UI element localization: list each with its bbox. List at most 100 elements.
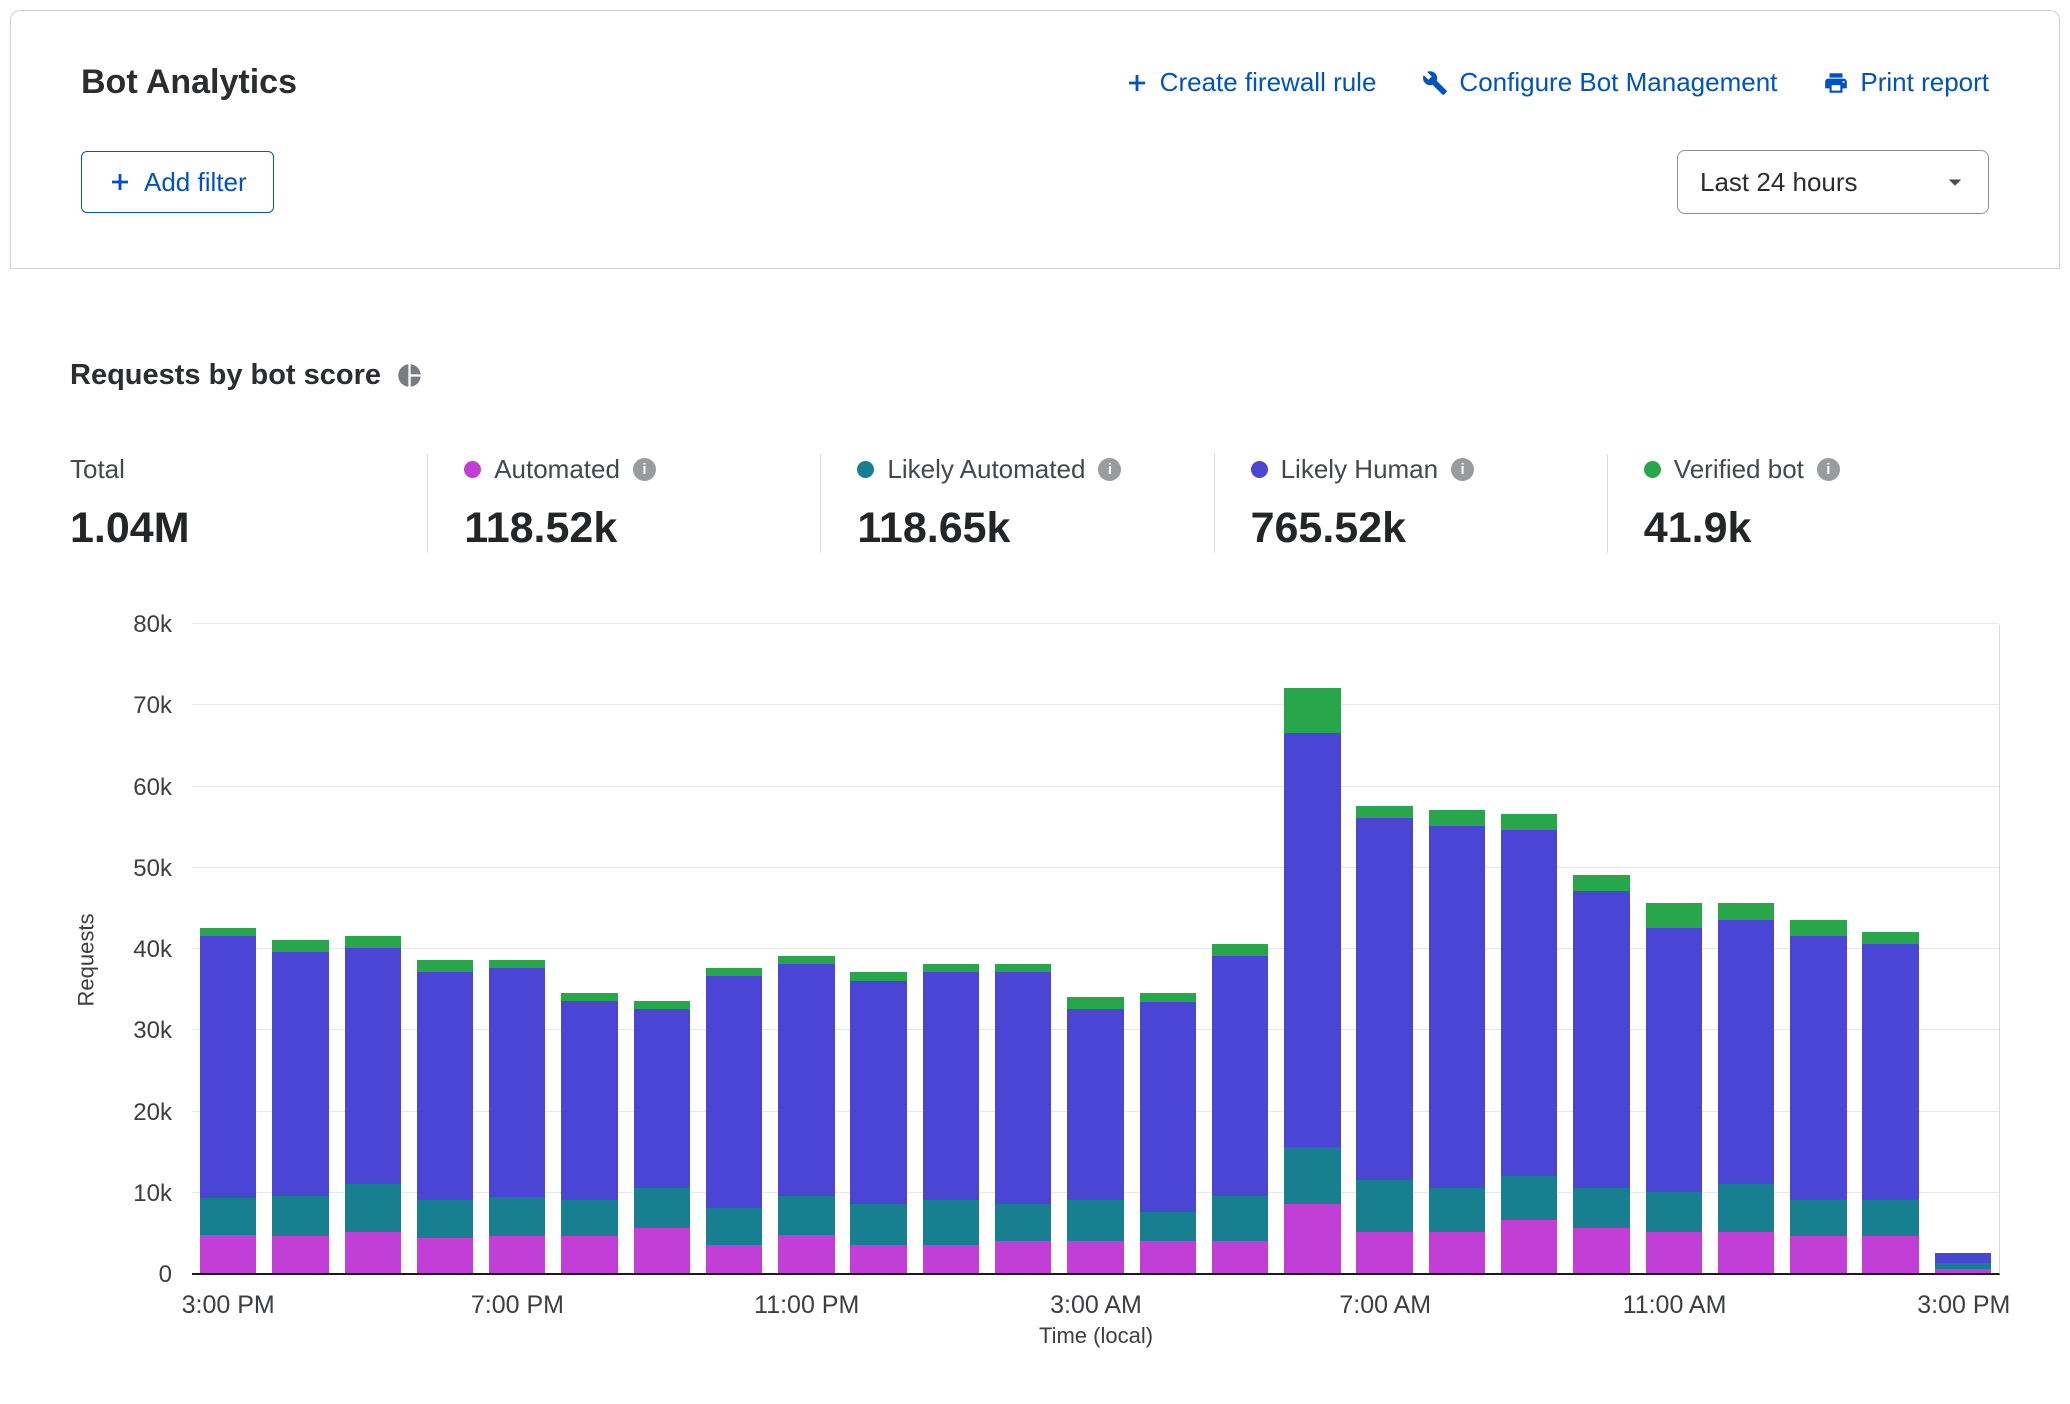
print-report-link[interactable]: Print report [1823, 67, 1989, 98]
segment-likely-automated[interactable] [1429, 1188, 1485, 1233]
segment-automated[interactable] [634, 1228, 690, 1273]
segment-automated[interactable] [1212, 1241, 1268, 1274]
chart-bar[interactable] [272, 940, 328, 1273]
segment-likely-human[interactable] [1140, 1002, 1196, 1212]
segment-likely-human[interactable] [417, 972, 473, 1200]
segment-automated[interactable] [1429, 1232, 1485, 1273]
segment-likely-human[interactable] [345, 948, 401, 1184]
segment-verified-bot[interactable] [489, 960, 545, 968]
segment-likely-human[interactable] [561, 1001, 617, 1200]
chart-bar[interactable] [1429, 810, 1485, 1273]
segment-verified-bot[interactable] [1718, 903, 1774, 919]
segment-likely-automated[interactable] [1140, 1212, 1196, 1240]
segment-verified-bot[interactable] [1356, 806, 1412, 818]
chart-bar[interactable] [1140, 993, 1196, 1273]
add-filter-button[interactable]: Add filter [81, 151, 274, 213]
time-range-select[interactable]: Last 24 hours [1677, 150, 1989, 214]
segment-verified-bot[interactable] [417, 960, 473, 972]
segment-automated[interactable] [489, 1236, 545, 1273]
segment-automated[interactable] [1862, 1236, 1918, 1273]
segment-likely-human[interactable] [1501, 830, 1557, 1175]
segment-verified-bot[interactable] [634, 1001, 690, 1009]
segment-automated[interactable] [1646, 1232, 1702, 1273]
segment-verified-bot[interactable] [1862, 932, 1918, 944]
segment-likely-human[interactable] [1429, 826, 1485, 1188]
info-icon[interactable]: i [1451, 458, 1474, 481]
segment-likely-human[interactable] [706, 976, 762, 1208]
segment-likely-automated[interactable] [1646, 1192, 1702, 1233]
segment-likely-automated[interactable] [1790, 1200, 1846, 1237]
segment-likely-automated[interactable] [561, 1200, 617, 1237]
segment-verified-bot[interactable] [272, 940, 328, 952]
chart-bar[interactable] [1573, 875, 1629, 1273]
info-icon[interactable]: i [1817, 458, 1840, 481]
segment-automated[interactable] [345, 1232, 401, 1273]
segment-likely-human[interactable] [1862, 944, 1918, 1200]
segment-verified-bot[interactable] [1501, 814, 1557, 830]
chart-bar[interactable] [1356, 806, 1412, 1273]
segment-verified-bot[interactable] [200, 928, 256, 936]
segment-likely-human[interactable] [1067, 1009, 1123, 1200]
segment-automated[interactable] [417, 1238, 473, 1273]
segment-likely-automated[interactable] [272, 1196, 328, 1237]
chart-bar[interactable] [995, 964, 1051, 1273]
segment-verified-bot[interactable] [1284, 688, 1340, 733]
segment-verified-bot[interactable] [1573, 875, 1629, 891]
chart-bar[interactable] [345, 936, 401, 1273]
segment-likely-automated[interactable] [1067, 1200, 1123, 1241]
segment-likely-human[interactable] [1573, 891, 1629, 1188]
segment-verified-bot[interactable] [1790, 920, 1846, 936]
segment-automated[interactable] [923, 1245, 979, 1273]
chart-bar[interactable] [1067, 997, 1123, 1273]
segment-likely-automated[interactable] [1284, 1147, 1340, 1204]
segment-likely-human[interactable] [1284, 733, 1340, 1147]
segment-automated[interactable] [1501, 1220, 1557, 1273]
chart-bar[interactable] [1718, 903, 1774, 1273]
segment-verified-bot[interactable] [1067, 997, 1123, 1009]
segment-likely-automated[interactable] [1501, 1176, 1557, 1221]
segment-likely-human[interactable] [1212, 956, 1268, 1196]
segment-likely-human[interactable] [1718, 920, 1774, 1184]
segment-likely-human[interactable] [200, 936, 256, 1198]
segment-likely-human[interactable] [1790, 936, 1846, 1200]
segment-automated[interactable] [1067, 1241, 1123, 1274]
segment-verified-bot[interactable] [345, 936, 401, 948]
segment-automated[interactable] [850, 1245, 906, 1273]
segment-verified-bot[interactable] [995, 964, 1051, 972]
chart-bar[interactable] [417, 960, 473, 1273]
chart-bar[interactable] [778, 956, 834, 1273]
chart-bar[interactable] [1646, 903, 1702, 1273]
segment-likely-human[interactable] [634, 1009, 690, 1188]
segment-verified-bot[interactable] [850, 972, 906, 980]
chart-bar[interactable] [1935, 1253, 1991, 1273]
segment-automated[interactable] [1356, 1232, 1412, 1273]
chart-bar[interactable] [200, 928, 256, 1273]
segment-verified-bot[interactable] [1212, 944, 1268, 956]
segment-likely-human[interactable] [1356, 818, 1412, 1180]
segment-likely-automated[interactable] [634, 1188, 690, 1229]
chart-bar[interactable] [1284, 688, 1340, 1273]
segment-likely-automated[interactable] [1212, 1196, 1268, 1241]
segment-likely-automated[interactable] [995, 1204, 1051, 1241]
chart-bar[interactable] [1501, 814, 1557, 1273]
segment-automated[interactable] [200, 1235, 256, 1273]
info-icon[interactable]: i [633, 458, 656, 481]
segment-automated[interactable] [995, 1241, 1051, 1274]
segment-automated[interactable] [1790, 1236, 1846, 1273]
segment-likely-human[interactable] [489, 968, 545, 1197]
segment-likely-human[interactable] [995, 972, 1051, 1204]
segment-automated[interactable] [706, 1245, 762, 1273]
segment-verified-bot[interactable] [561, 993, 617, 1001]
chart-bar[interactable] [706, 968, 762, 1273]
segment-automated[interactable] [272, 1236, 328, 1273]
segment-likely-automated[interactable] [923, 1200, 979, 1245]
segment-likely-human[interactable] [1646, 928, 1702, 1192]
chart-bar[interactable] [850, 972, 906, 1273]
segment-verified-bot[interactable] [1429, 810, 1485, 826]
segment-likely-human[interactable] [850, 981, 906, 1204]
segment-likely-automated[interactable] [1356, 1180, 1412, 1233]
segment-likely-human[interactable] [923, 972, 979, 1200]
info-icon[interactable]: i [1098, 458, 1121, 481]
segment-automated[interactable] [561, 1236, 617, 1273]
segment-automated[interactable] [1140, 1241, 1196, 1274]
